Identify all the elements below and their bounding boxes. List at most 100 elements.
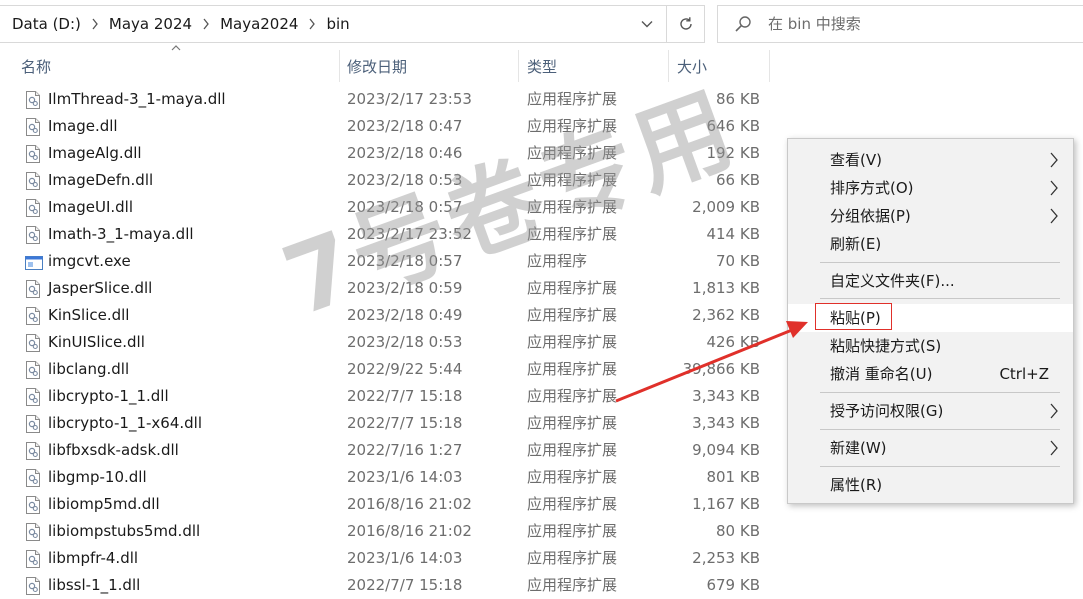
menu-item-label: 新建(W) — [830, 439, 887, 457]
menu-item-properties[interactable]: 属性(R) — [788, 471, 1073, 499]
search-icon — [735, 16, 751, 32]
chevron-right-icon[interactable] — [194, 18, 218, 30]
file-size: 801 KB — [706, 468, 760, 486]
file-row[interactable]: imgcvt.exe 2023/2/18 0:57 应用程序 70 KB — [0, 248, 780, 275]
file-size: 2,253 KB — [692, 549, 760, 567]
breadcrumb-maya-2024[interactable]: Maya 2024 — [107, 15, 194, 33]
menu-item-new[interactable]: 新建(W) — [788, 434, 1073, 462]
file-row[interactable]: libcrypto-1_1-x64.dll 2022/7/7 15:18 应用程序扩… — [0, 410, 780, 437]
file-row[interactable]: ImageAlg.dll 2023/2/18 0:46 应用程序扩展 192 KB — [0, 140, 780, 167]
column-header-name[interactable]: 名称 — [21, 52, 51, 82]
menu-item-refresh[interactable]: 刷新(E) — [788, 230, 1073, 258]
file-row[interactable]: KinSlice.dll 2023/2/18 0:49 应用程序扩展 2,362 KB — [0, 302, 780, 329]
file-type: 应用程序扩展 — [527, 522, 618, 540]
file-row[interactable]: JasperSlice.dll 2023/2/18 0:59 应用程序扩展 1,813… — [0, 275, 780, 302]
file-row[interactable]: libcrypto-1_1.dll 2022/7/7 15:18 应用程序扩展 3,3… — [0, 383, 780, 410]
chevron-down-icon — [641, 21, 653, 28]
column-header-size[interactable]: 大小 — [677, 52, 707, 82]
menu-item-label: 撤消 重命名(U) — [830, 365, 933, 383]
chevron-right-icon[interactable] — [300, 18, 324, 30]
chevron-right-icon[interactable] — [83, 18, 107, 30]
file-type: 应用程序扩展 — [527, 306, 618, 324]
menu-item-label: 属性(R) — [830, 476, 883, 494]
file-list: IlmThread-3_1-maya.dll 2023/2/17 23:53 应用程… — [0, 86, 780, 599]
breadcrumb-bin[interactable]: bin — [324, 15, 351, 33]
sort-ascending-icon — [171, 45, 181, 51]
file-type: 应用程序扩展 — [527, 387, 618, 405]
menu-item-group[interactable]: 分组依据(P) — [788, 202, 1073, 230]
file-name: libgmp-10.dll — [48, 468, 147, 486]
column-divider[interactable] — [339, 50, 340, 82]
file-modified-date: 2023/2/18 0:49 — [347, 306, 463, 324]
chevron-right-icon — [1050, 180, 1058, 196]
file-type: 应用程序扩展 — [527, 144, 618, 162]
file-row[interactable]: Image.dll 2023/2/18 0:47 应用程序扩展 646 KB — [0, 113, 780, 140]
menu-item-customize-folder[interactable]: 自定义文件夹(F)... — [788, 267, 1073, 295]
menu-item-label: 粘贴快捷方式(S) — [830, 337, 942, 355]
menu-separator — [820, 466, 1060, 467]
file-row[interactable]: ImageUI.dll 2023/2/18 0:57 应用程序扩展 2,009 KB — [0, 194, 780, 221]
file-row[interactable]: libiomp5md.dll 2016/8/16 21:02 应用程序扩展 1,167… — [0, 491, 780, 518]
file-modified-date: 2023/2/18 0:53 — [347, 171, 463, 189]
file-row[interactable]: libclang.dll 2022/9/22 5:44 应用程序扩展 39,866 K… — [0, 356, 780, 383]
file-row[interactable]: libiompstubs5md.dll 2016/8/16 21:02 应用程序扩展… — [0, 518, 780, 545]
breadcrumb: Data (D:) Maya 2024 Maya2024 bin — [10, 6, 352, 42]
column-divider[interactable] — [668, 50, 669, 82]
address-history-dropdown[interactable] — [632, 6, 662, 42]
column-header-type[interactable]: 类型 — [527, 52, 557, 82]
file-size: 646 KB — [706, 117, 760, 135]
file-type: 应用程序扩展 — [527, 333, 618, 351]
file-modified-date: 2022/7/7 15:18 — [347, 576, 463, 594]
file-size: 80 KB — [716, 522, 760, 540]
file-size: 9,094 KB — [692, 441, 760, 459]
search-input[interactable]: 在 bin 中搜索 — [768, 6, 861, 42]
file-row[interactable]: libssl-1_1.dll 2022/7/7 15:18 应用程序扩展 679 KB — [0, 572, 780, 599]
column-divider[interactable] — [769, 50, 770, 82]
file-size: 414 KB — [706, 225, 760, 243]
column-header-date[interactable]: 修改日期 — [347, 52, 407, 82]
file-row[interactable]: KinUISlice.dll 2023/2/18 0:53 应用程序扩展 426 KB — [0, 329, 780, 356]
column-divider[interactable] — [518, 50, 519, 82]
file-modified-date: 2016/8/16 21:02 — [347, 495, 472, 513]
file-size: 66 KB — [716, 171, 760, 189]
address-bar[interactable]: Data (D:) Maya 2024 Maya2024 bin — [0, 5, 705, 43]
file-name: libcrypto-1_1.dll — [48, 387, 169, 405]
file-row[interactable]: Imath-3_1-maya.dll 2023/2/17 23:52 应用程序扩展 4… — [0, 221, 780, 248]
file-size: 86 KB — [716, 90, 760, 108]
file-row[interactable]: libmpfr-4.dll 2023/1/6 14:03 应用程序扩展 2,253 K… — [0, 545, 780, 572]
file-row[interactable]: libgmp-10.dll 2023/1/6 14:03 应用程序扩展 801 KB — [0, 464, 780, 491]
file-modified-date: 2022/7/7 15:18 — [347, 414, 463, 432]
file-type: 应用程序扩展 — [527, 441, 618, 459]
breadcrumb-maya2024[interactable]: Maya2024 — [218, 15, 300, 33]
file-name: imgcvt.exe — [48, 252, 131, 270]
file-size: 3,343 KB — [692, 414, 760, 432]
search-box[interactable]: 在 bin 中搜索 — [717, 5, 1083, 43]
file-modified-date: 2023/2/17 23:53 — [347, 90, 472, 108]
file-type: 应用程序扩展 — [527, 576, 618, 594]
menu-item-view[interactable]: 查看(V) — [788, 146, 1073, 174]
refresh-button[interactable] — [666, 6, 704, 42]
file-row[interactable]: IlmThread-3_1-maya.dll 2023/2/17 23:53 应用程… — [0, 86, 780, 113]
menu-item-paste-shortcut[interactable]: 粘贴快捷方式(S) — [788, 332, 1073, 360]
file-name: libiompstubs5md.dll — [48, 522, 201, 540]
file-modified-date: 2023/2/18 0:46 — [347, 144, 463, 162]
menu-separator — [820, 392, 1060, 393]
file-row[interactable]: ImageDefn.dll 2023/2/18 0:53 应用程序扩展 66 KB — [0, 167, 780, 194]
file-name: Image.dll — [48, 117, 118, 135]
file-size: 39,866 KB — [682, 360, 760, 378]
menu-item-undo-rename[interactable]: 撤消 重命名(U) Ctrl+Z — [788, 360, 1073, 388]
file-modified-date: 2023/1/6 14:03 — [347, 549, 463, 567]
file-type: 应用程序扩展 — [527, 279, 618, 297]
breadcrumb-drive[interactable]: Data (D:) — [10, 15, 83, 33]
file-size: 1,813 KB — [692, 279, 760, 297]
menu-item-grant-access[interactable]: 授予访问权限(G) — [788, 397, 1073, 425]
menu-item-label: 查看(V) — [830, 151, 882, 169]
chevron-right-icon — [1050, 208, 1058, 224]
menu-item-label: 刷新(E) — [830, 235, 882, 253]
file-size: 3,343 KB — [692, 387, 760, 405]
file-row[interactable]: libfbxsdk-adsk.dll 2022/7/16 1:27 应用程序扩展 9,… — [0, 437, 780, 464]
file-name: IlmThread-3_1-maya.dll — [48, 90, 226, 108]
menu-item-sort[interactable]: 排序方式(O) — [788, 174, 1073, 202]
file-name: ImageDefn.dll — [48, 171, 154, 189]
file-modified-date: 2023/1/6 14:03 — [347, 468, 463, 486]
